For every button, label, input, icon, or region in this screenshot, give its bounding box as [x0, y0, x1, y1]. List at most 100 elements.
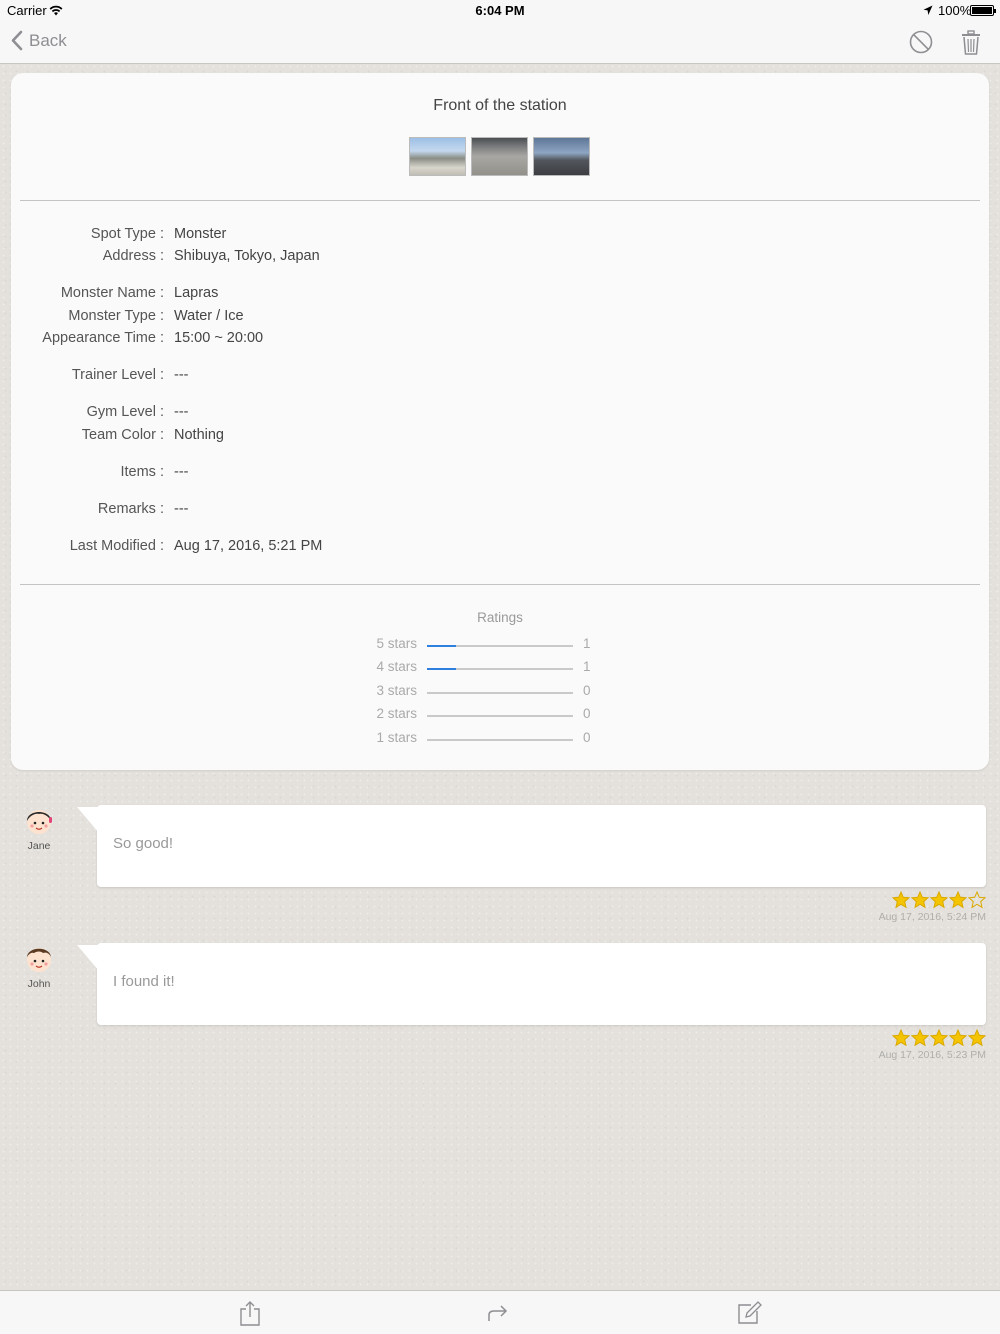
forward-icon[interactable] [485, 1300, 511, 1326]
compose-icon[interactable] [736, 1300, 762, 1326]
rating-count: 1 [583, 636, 591, 651]
avatar[interactable] [22, 803, 56, 837]
detail-value: Shibuya, Tokyo, Japan [174, 248, 320, 264]
spot-detail-card: Front of the station Spot Type : Monster… [11, 73, 989, 770]
detail-value: --- [174, 404, 189, 420]
detail-row-monster-name: Monster Name : Lapras [11, 285, 989, 305]
rating-bar [427, 715, 573, 717]
detail-label: Last Modified : [69, 538, 164, 554]
star-filled-icon [949, 891, 967, 909]
detail-label: Spot Type : [90, 226, 164, 242]
photo-thumbnail[interactable] [471, 137, 528, 176]
rating-bar-fill [427, 645, 457, 647]
star-filled-icon [930, 1029, 948, 1047]
detail-row-trainer-level: Trainer Level : --- [11, 367, 989, 387]
comment-item: Jane So good! Aug 17, 2016, 5:24 PM [0, 803, 1000, 933]
star-filled-icon [892, 1029, 910, 1047]
divider [20, 584, 980, 585]
detail-label: Monster Name : [60, 285, 164, 301]
detail-row-appearance-time: Appearance Time : 15:00 ~ 20:00 [11, 330, 989, 350]
star-filled-icon [892, 891, 910, 909]
comment-text: So good! [113, 835, 174, 852]
detail-label: Remarks : [97, 501, 164, 517]
spot-title: Front of the station [433, 97, 567, 114]
rating-bar [427, 668, 573, 670]
block-icon[interactable] [907, 28, 935, 56]
star-filled-icon [930, 891, 948, 909]
rating-bar [427, 739, 573, 741]
rating-label: 1 stars [376, 730, 417, 745]
rating-row-4: 4 stars 1 [11, 659, 989, 677]
rating-count: 1 [583, 659, 591, 674]
detail-value: Lapras [174, 285, 219, 301]
comment-username: John [27, 978, 51, 990]
rating-label: 5 stars [376, 636, 417, 651]
rating-row-1: 1 stars 0 [11, 730, 989, 748]
star-empty-icon [968, 891, 986, 909]
comment-timestamp: Aug 17, 2016, 5:24 PM [878, 911, 986, 923]
comment-star-rating [892, 1029, 986, 1047]
rating-bar [427, 645, 573, 647]
rating-bar [427, 692, 573, 694]
detail-row-spot-type: Spot Type : Monster [11, 226, 989, 246]
detail-value: Water / Ice [174, 308, 244, 324]
share-icon[interactable] [237, 1300, 263, 1326]
rating-label: 4 stars [376, 659, 417, 674]
detail-value: Nothing [174, 427, 224, 443]
rating-count: 0 [583, 706, 591, 721]
comment-timestamp: Aug 17, 2016, 5:23 PM [878, 1049, 986, 1061]
chevron-left-icon [11, 30, 23, 51]
rating-count: 0 [583, 730, 591, 745]
trash-icon[interactable] [957, 28, 985, 56]
location-arrow-icon [923, 4, 933, 19]
rating-bar-fill [427, 668, 457, 670]
detail-value: --- [174, 367, 189, 383]
photo-thumbnail[interactable] [409, 137, 466, 176]
detail-row-address: Address : Shibuya, Tokyo, Japan [11, 248, 989, 268]
battery-icon [970, 5, 996, 16]
navigation-bar: Back [0, 22, 1000, 64]
detail-label: Gym Level : [86, 404, 164, 420]
rating-label: 3 stars [376, 683, 417, 698]
detail-value: --- [174, 501, 189, 517]
detail-label: Trainer Level : [71, 367, 164, 383]
detail-label: Items : [120, 464, 164, 480]
detail-row-team-color: Team Color : Nothing [11, 427, 989, 447]
comment-text: I found it! [113, 973, 175, 990]
photo-thumbnail[interactable] [533, 137, 590, 176]
detail-label: Address : [102, 248, 164, 264]
comment-star-rating [892, 891, 986, 909]
bottom-toolbar [0, 1290, 1000, 1334]
detail-label: Team Color : [81, 427, 164, 443]
rating-row-5: 5 stars 1 [11, 636, 989, 654]
status-time: 6:04 PM [475, 3, 525, 18]
comment-bubble: I found it! [77, 943, 986, 1025]
rating-label: 2 stars [376, 706, 417, 721]
detail-value: --- [174, 464, 189, 480]
rating-row-3: 3 stars 0 [11, 683, 989, 701]
detail-row-gym-level: Gym Level : --- [11, 404, 989, 424]
star-filled-icon [968, 1029, 986, 1047]
detail-label: Monster Type : [68, 308, 164, 324]
detail-value: Aug 17, 2016, 5:21 PM [174, 538, 323, 554]
detail-label: Appearance Time : [42, 330, 164, 346]
divider [20, 200, 980, 201]
detail-value: Monster [174, 226, 227, 242]
star-filled-icon [911, 1029, 929, 1047]
battery-percent: 100% [938, 3, 972, 18]
back-button[interactable]: Back [10, 30, 67, 51]
detail-row-monster-type: Monster Type : Water / Ice [11, 308, 989, 328]
detail-row-items: Items : --- [11, 464, 989, 484]
rating-row-2: 2 stars 0 [11, 706, 989, 724]
detail-value: 15:00 ~ 20:00 [174, 330, 264, 346]
status-bar: Carrier 6:04 PM 100% [0, 0, 1000, 22]
back-label: Back [29, 30, 67, 50]
comment-username: Jane [27, 840, 51, 852]
comment-bubble: So good! [77, 805, 986, 887]
star-filled-icon [949, 1029, 967, 1047]
star-filled-icon [911, 891, 929, 909]
detail-row-remarks: Remarks : --- [11, 501, 989, 521]
avatar[interactable] [22, 941, 56, 975]
ratings-title: Ratings [477, 610, 523, 625]
detail-row-last-modified: Last Modified : Aug 17, 2016, 5:21 PM [11, 538, 989, 558]
